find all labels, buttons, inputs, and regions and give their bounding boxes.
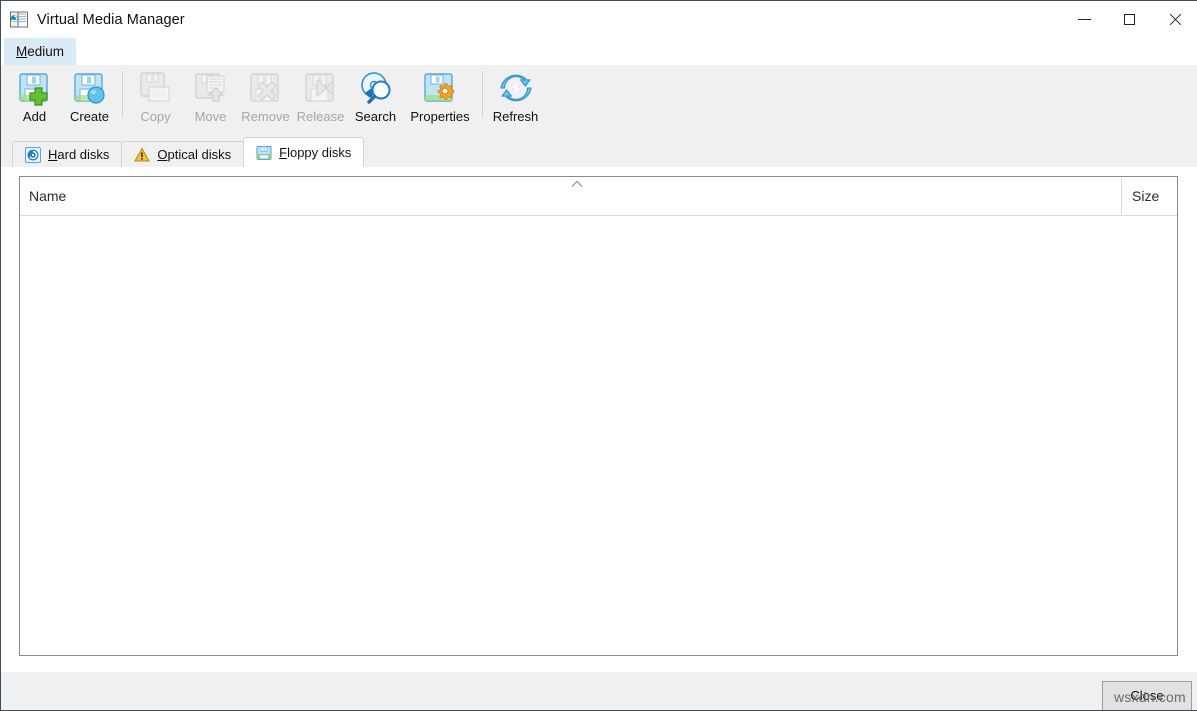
floppy-move-icon [193, 70, 229, 106]
floppy-remove-icon [248, 70, 284, 106]
virtual-media-manager-window: Virtual Media Manager Medium [0, 0, 1197, 711]
window-title: Virtual Media Manager [37, 12, 185, 28]
toolbar-button-copy-label: Copy [140, 109, 170, 124]
toolbar-button-add[interactable]: Add [7, 65, 62, 133]
tab-optical-disks[interactable]: Optical disks [121, 141, 244, 167]
floppy-add-icon [17, 70, 53, 106]
toolbar-separator-2 [482, 71, 483, 117]
tab-floppy-disks[interactable]: Floppy disks [243, 137, 364, 167]
toolbar-button-remove-label: Remove [241, 109, 289, 124]
maximize-icon [1124, 14, 1135, 25]
media-list-panel[interactable]: Name Size [19, 176, 1178, 656]
toolbar-button-move[interactable]: Move [183, 65, 238, 133]
virtual-media-manager-icon [9, 10, 29, 30]
toolbar-button-search-label: Search [355, 109, 396, 124]
minimize-button[interactable] [1062, 1, 1107, 38]
dialog-footer: Close [1, 671, 1197, 711]
menu-bar: Medium [1, 38, 1197, 65]
toolbar-button-copy[interactable]: Copy [128, 65, 183, 133]
close-button[interactable]: Close [1102, 681, 1192, 711]
menu-item-medium-accel: M [16, 44, 27, 59]
title-bar: Virtual Media Manager [1, 1, 1197, 38]
tab-bar: Hard disks Optical disks Floppy disks [1, 137, 1197, 167]
media-list-header: Name Size [20, 177, 1177, 216]
tab-floppy-disks-label: loppy disks [287, 145, 351, 160]
floppy-copy-icon [138, 70, 174, 106]
warning-triangle-icon [134, 147, 150, 163]
toolbar-separator-1 [122, 71, 123, 117]
tab-optical-disks-label: ptical disks [168, 147, 232, 162]
toolbar-button-add-label: Add [23, 109, 46, 124]
tab-floppy-disks-accel: F [279, 145, 287, 160]
tab-hard-disks[interactable]: Hard disks [12, 141, 122, 167]
column-header-size-label: Size [1132, 188, 1159, 204]
column-header-name-label: Name [29, 188, 66, 204]
menu-item-medium-label: edium [27, 44, 64, 59]
tab-hard-disks-label: ard disks [57, 147, 109, 162]
toolbar-button-create[interactable]: Create [62, 65, 117, 133]
hard-disk-icon [25, 147, 41, 163]
toolbar-button-properties[interactable]: Properties [403, 65, 477, 133]
toolbar-button-release-label: Release [297, 109, 345, 124]
toolbar-button-search[interactable]: Search [348, 65, 403, 133]
toolbar-button-refresh[interactable]: Refresh [488, 65, 543, 133]
tab-optical-disks-accel: O [157, 147, 167, 162]
toolbar-button-release[interactable]: Release [293, 65, 348, 133]
media-list-body[interactable] [20, 216, 1177, 655]
toolbar-button-remove[interactable]: Remove [238, 65, 293, 133]
toolbar-button-properties-label: Properties [410, 109, 469, 124]
toolbar-button-refresh-label: Refresh [493, 109, 539, 124]
disk-search-icon [358, 70, 394, 106]
toolbar-button-create-label: Create [70, 109, 109, 124]
close-icon [1168, 13, 1182, 27]
close-window-button[interactable] [1152, 1, 1197, 38]
tab-content-floppy-disks: Name Size [1, 167, 1197, 671]
tab-hard-disks-accel: H [48, 147, 57, 162]
floppy-disk-icon [256, 145, 272, 161]
toolbar: Add Create Cop [1, 65, 1197, 137]
floppy-release-icon [303, 70, 339, 106]
minimize-icon [1078, 19, 1091, 20]
floppy-create-icon [72, 70, 108, 106]
maximize-button[interactable] [1107, 1, 1152, 38]
column-header-size[interactable]: Size [1121, 177, 1177, 215]
refresh-icon [498, 70, 534, 106]
floppy-properties-icon [422, 70, 458, 106]
toolbar-button-move-label: Move [195, 109, 227, 124]
window-controls [1062, 1, 1197, 38]
column-header-name[interactable]: Name [20, 177, 1121, 215]
menu-item-medium[interactable]: Medium [4, 38, 76, 65]
